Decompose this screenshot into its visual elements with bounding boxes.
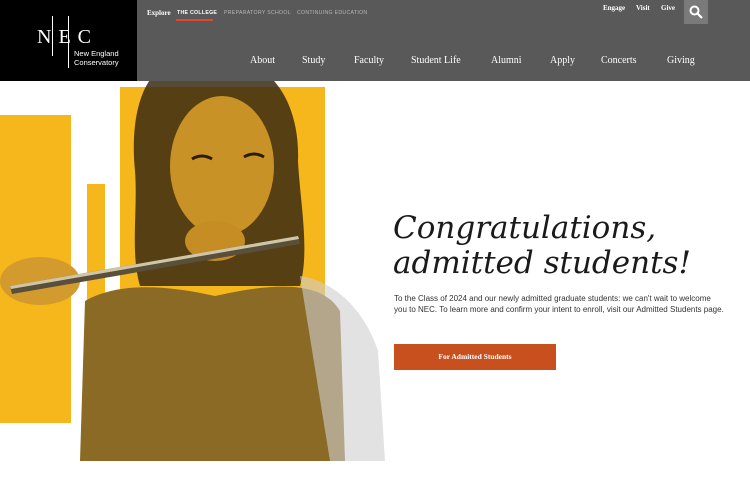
site-header: N E C New England Conservatory Explore T…: [0, 0, 750, 81]
student-flute-photo: [0, 81, 385, 461]
nav-student-life[interactable]: Student Life: [411, 55, 461, 66]
nav-apply[interactable]: Apply: [550, 55, 575, 66]
visit-link[interactable]: Visit: [636, 4, 650, 12]
explore-label: Explore: [147, 9, 171, 17]
hero-section: Congratulations, admitted students! To t…: [0, 81, 750, 500]
tab-the-college[interactable]: THE COLLEGE: [177, 10, 217, 16]
nav-study[interactable]: Study: [302, 55, 325, 66]
hero-intro: To the Class of 2024 and our newly admit…: [394, 294, 724, 314]
logo-wordmark: New England Conservatory: [74, 49, 119, 67]
tab-continuing-education[interactable]: CONTINUING EDUCATION: [297, 10, 367, 16]
nav-alumni[interactable]: Alumni: [491, 55, 522, 66]
nav-giving[interactable]: Giving: [667, 55, 695, 66]
logo-divider: [68, 16, 69, 68]
search-button[interactable]: [684, 0, 708, 24]
nec-logo[interactable]: N E C New England Conservatory: [0, 0, 137, 81]
logo-mark: N E C: [37, 26, 92, 48]
active-tab-underline: [176, 19, 213, 21]
nav-faculty[interactable]: Faculty: [354, 55, 384, 66]
tab-preparatory-school[interactable]: PREPARATORY SCHOOL: [224, 10, 291, 16]
logo-divider: [52, 16, 53, 56]
search-icon: [689, 5, 703, 19]
nav-concerts[interactable]: Concerts: [601, 55, 637, 66]
hero-headline: Congratulations, admitted students!: [393, 210, 691, 281]
nav-about[interactable]: About: [250, 55, 275, 66]
admitted-students-button[interactable]: For Admitted Students: [394, 344, 556, 370]
engage-link[interactable]: Engage: [603, 4, 625, 12]
give-link[interactable]: Give: [661, 4, 675, 12]
